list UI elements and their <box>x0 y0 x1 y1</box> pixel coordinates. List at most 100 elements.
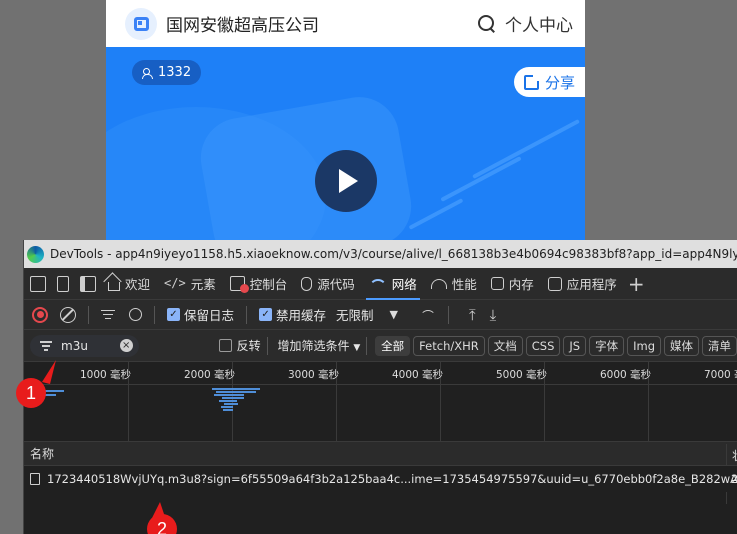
code-icon: </> <box>164 276 186 290</box>
toolbar-divider <box>448 305 450 324</box>
hero-decoration <box>408 198 464 230</box>
table-row[interactable]: 1723440518WvjUYq.m3u8?sign=6f55509a64f3b… <box>24 466 737 492</box>
tab-label: 源代码 <box>317 277 355 292</box>
filter-chip-all[interactable]: 全部 <box>375 335 411 356</box>
document-icon <box>30 473 40 485</box>
filter-value[interactable]: m3u <box>61 339 120 353</box>
home-icon <box>108 281 120 291</box>
toolbar-divider <box>266 336 268 355</box>
hero-decoration <box>472 119 580 179</box>
tab-welcome[interactable]: 欢迎 <box>101 268 157 300</box>
device-emulation-icon[interactable] <box>57 275 69 292</box>
play-icon <box>339 169 358 193</box>
tab-label: 性能 <box>451 277 477 292</box>
filter-chip-font[interactable]: 字体 <box>589 335 625 356</box>
tab-memory[interactable]: 内存 <box>484 268 541 300</box>
checkbox-checked-icon: ✓ <box>167 308 180 321</box>
record-button[interactable] <box>32 306 48 323</box>
dock-side-icon[interactable] <box>80 275 96 292</box>
filter-chip-js[interactable]: JS <box>563 335 587 356</box>
more-filters-dropdown[interactable]: 增加筛选条件 ▼ <box>278 337 361 354</box>
tab-label: 控制台 <box>249 277 288 292</box>
share-label: 分享 <box>544 73 575 92</box>
invert-checkbox[interactable]: 反转 <box>218 337 261 354</box>
tab-label: 欢迎 <box>125 277 151 292</box>
timeline-tick: 4000 毫秒 <box>392 362 443 442</box>
throttling-select[interactable]: 无限制 <box>336 305 374 324</box>
toolbar-divider <box>88 305 89 324</box>
waterfall-bar <box>219 400 237 402</box>
devtools-tab-bar: 欢迎 </> 元素 控制台 源代码 网络 性能 内存 应用程序 + <box>24 268 737 300</box>
disable-cache-label: 禁用缓存 <box>276 308 327 323</box>
clear-filter-icon[interactable]: × <box>119 339 133 352</box>
timeline-tick-label: 2000 毫秒 <box>184 369 236 381</box>
tab-console[interactable]: 控制台 <box>223 268 295 300</box>
search-icon[interactable] <box>477 14 497 34</box>
import-har-icon[interactable]: ⤒ <box>469 306 476 324</box>
filter-input[interactable]: m3u × <box>30 334 139 357</box>
timeline-tick-label: 1000 毫秒 <box>80 369 132 381</box>
inspect-element-icon[interactable] <box>30 275 46 292</box>
devtools-window: DevTools - app4n9iyeyo1158.h5.xiaoeknow.… <box>23 240 737 534</box>
timeline-tick-label: 4000 毫秒 <box>392 369 444 381</box>
timeline-tick-label: 6000 毫秒 <box>600 369 652 381</box>
devtools-title: DevTools - app4n9iyeyo1158.h5.xiaoeknow.… <box>50 247 737 261</box>
network-conditions-icon[interactable] <box>420 310 437 319</box>
column-header-status[interactable]: 状 <box>732 447 737 464</box>
devtools-title-bar: DevTools - app4n9iyeyo1158.h5.xiaoeknow.… <box>24 240 737 268</box>
waterfall-bar <box>214 394 244 396</box>
checkbox-unchecked-icon <box>218 339 232 352</box>
filter-toggle-icon[interactable] <box>101 309 117 321</box>
filter-chip-fetch-xhr[interactable]: Fetch/XHR <box>413 335 485 356</box>
tab-network[interactable]: 网络 <box>362 268 424 300</box>
tab-application[interactable]: 应用程序 <box>541 268 624 300</box>
network-overview-timeline[interactable]: 1000 毫秒 2000 毫秒 3000 毫秒 4000 毫秒 5000 毫秒 … <box>24 362 737 442</box>
resource-type-filters: 全部 Fetch/XHR 文档 CSS JS 字体 Img 媒体 清单 <box>375 335 737 356</box>
live-video-player[interactable]: 1332 分享 <box>106 47 585 240</box>
waterfall-bar <box>216 391 256 393</box>
share-icon <box>523 73 540 90</box>
toolbar-divider <box>366 336 368 355</box>
column-header-name[interactable]: 名称 <box>30 445 54 462</box>
filter-icon <box>40 341 52 351</box>
timeline-tick: 1000 毫秒 <box>80 362 131 442</box>
clear-button[interactable] <box>60 306 76 323</box>
add-tab-icon[interactable]: + <box>628 272 645 296</box>
tab-sources[interactable]: 源代码 <box>294 268 362 300</box>
waterfall-bar <box>222 397 244 399</box>
caret-down-icon: ▼ <box>353 343 361 353</box>
invert-label: 反转 <box>236 339 261 353</box>
request-name[interactable]: 1723440518WvjUYq.m3u8?sign=6f55509a64f3b… <box>47 472 737 486</box>
chevron-down-icon[interactable]: ▼ <box>390 308 398 321</box>
tab-label: 元素 <box>190 277 216 292</box>
waterfall-bar <box>212 388 260 390</box>
mobile-page: 国网安徽超高压公司 个人中心 1332 分享 <box>106 0 585 240</box>
preserve-log-label: 保留日志 <box>184 308 235 323</box>
checkbox-checked-icon: ✓ <box>259 308 273 321</box>
filter-bar: m3u × 反转 增加筛选条件 ▼ 全部 Fetch/XHR 文档 CSS JS… <box>24 330 737 362</box>
filter-chip-img[interactable]: Img <box>627 335 661 356</box>
filter-chip-css[interactable]: CSS <box>525 335 561 356</box>
filter-chip-media[interactable]: 媒体 <box>664 335 699 356</box>
filter-chip-doc[interactable]: 文档 <box>487 335 523 356</box>
tab-label: 内存 <box>508 277 534 292</box>
memory-icon <box>490 277 504 290</box>
personal-center-link[interactable]: 个人中心 <box>505 11 573 36</box>
performance-icon <box>430 278 447 289</box>
app-title: 国网安徽超高压公司 <box>166 16 319 36</box>
tab-elements[interactable]: </> 元素 <box>157 268 223 300</box>
timeline-tick: 3000 毫秒 <box>288 362 339 442</box>
waterfall-bar <box>223 409 233 411</box>
edge-logo-icon <box>27 245 44 263</box>
play-button[interactable] <box>315 150 377 212</box>
preserve-log-checkbox[interactable]: ✓ 保留日志 <box>167 305 234 324</box>
export-har-icon[interactable]: ⤓ <box>490 306 497 324</box>
search-icon[interactable] <box>129 308 142 321</box>
disable-cache-checkbox[interactable]: ✓ 禁用缓存 <box>259 305 326 324</box>
filter-chip-manifest[interactable]: 清单 <box>702 335 737 356</box>
timeline-tick: 6000 毫秒 <box>600 362 651 442</box>
request-status: 20 <box>731 472 737 486</box>
more-filters-label: 增加筛选条件 <box>277 339 350 353</box>
tab-performance[interactable]: 性能 <box>424 268 484 300</box>
share-button[interactable]: 分享 <box>513 67 585 97</box>
